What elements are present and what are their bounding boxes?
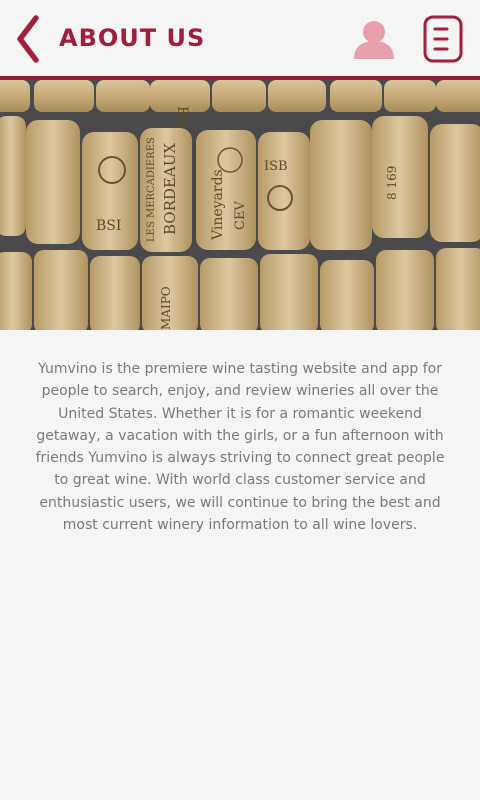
cork-label: Vineyards [210, 169, 226, 241]
cork-label: CEV [233, 201, 248, 230]
about-description: Yumvino is the premiere wine tasting web… [35, 361, 445, 534]
cork-label: 8 169 [385, 166, 399, 200]
header: ABOUT US [0, 0, 480, 76]
page-title: ABOUT US [59, 24, 206, 52]
cork-label: ISB [264, 159, 288, 174]
chevron-left-icon [17, 15, 39, 63]
user-icon [354, 21, 394, 59]
corks-illustration: EN BORDEAUX Vineyards CEV ISB BSI LES ME… [0, 80, 480, 330]
cork-label: BORDEAUX [161, 143, 179, 235]
cork-label: EN [174, 106, 190, 128]
user-profile-button[interactable] [351, 20, 397, 60]
menu-button[interactable] [423, 15, 463, 63]
hero-image-corks: EN BORDEAUX Vineyards CEV ISB BSI LES ME… [0, 80, 480, 330]
cork-label: LES MERCADIERES [146, 137, 157, 242]
cork-label: MAIPO [159, 286, 173, 330]
menu-icon [423, 15, 463, 63]
cork-label: BSI [96, 218, 121, 234]
back-button[interactable] [10, 12, 46, 66]
